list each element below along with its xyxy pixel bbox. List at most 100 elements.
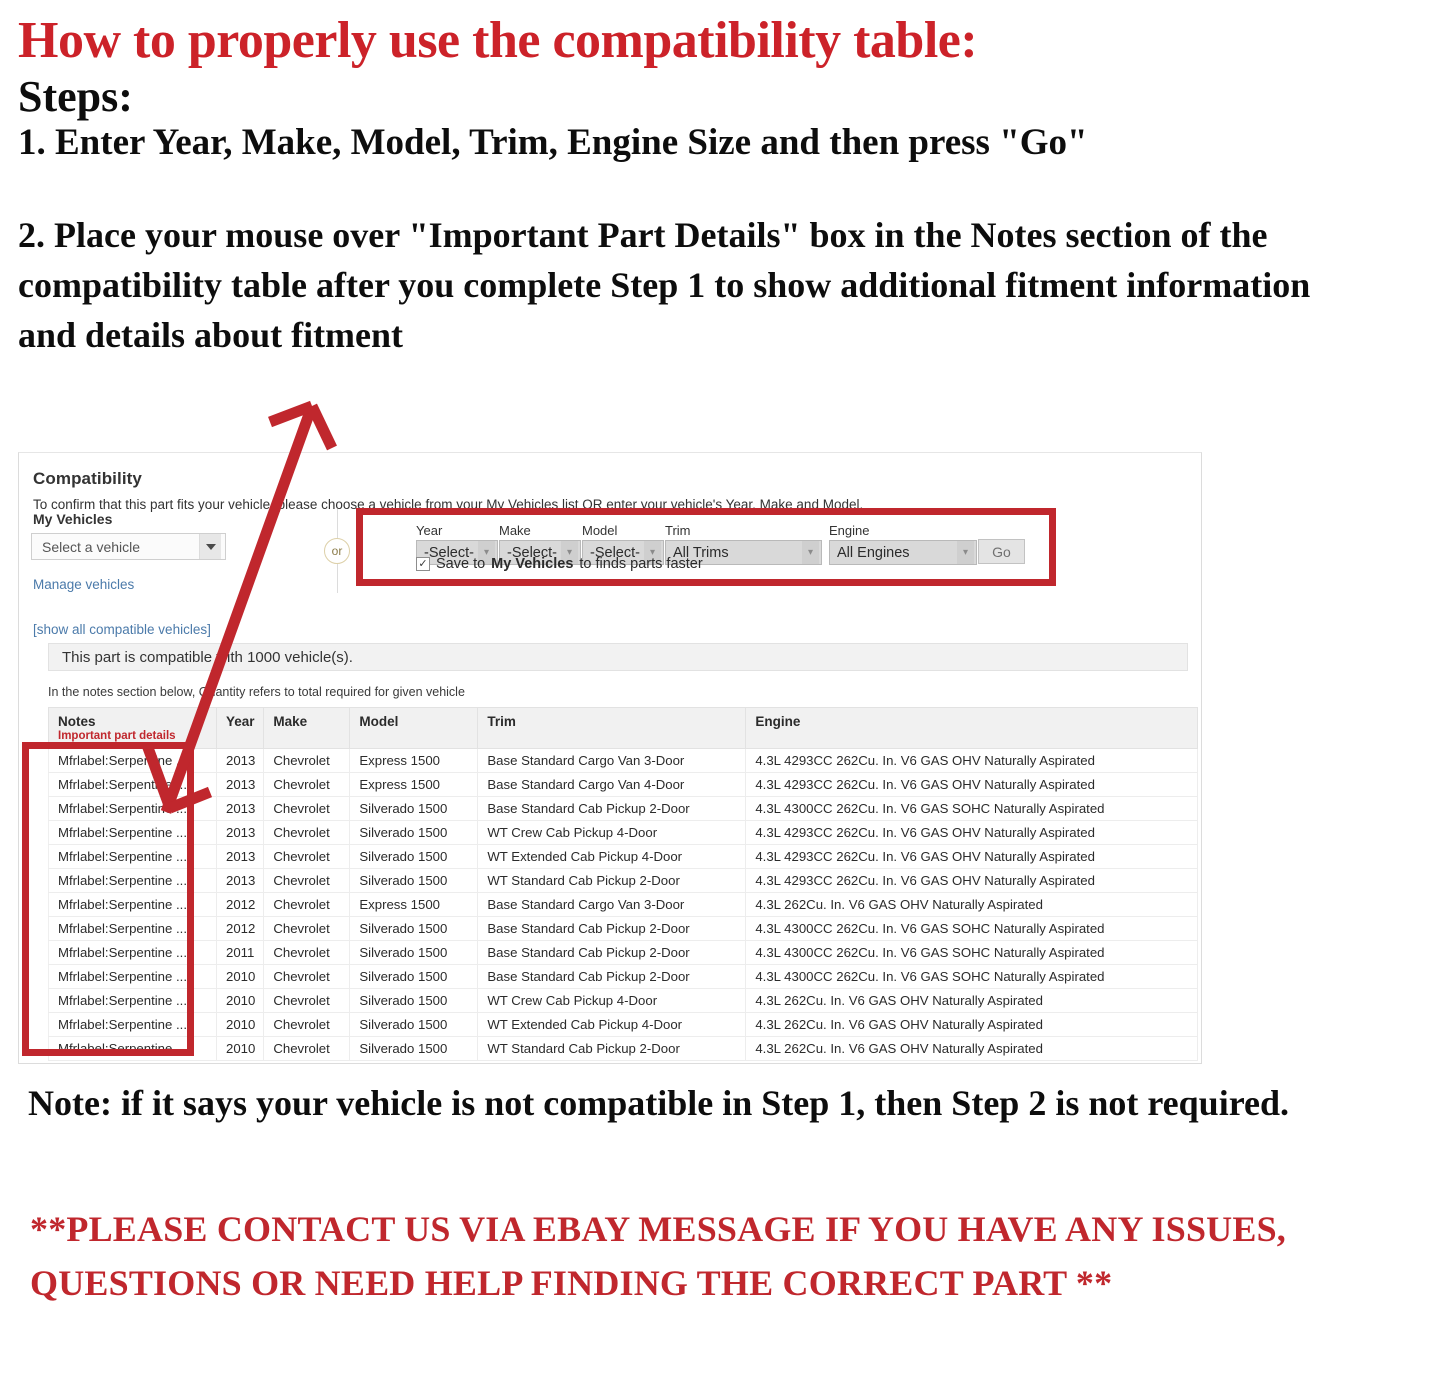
- cell-model: Express 1500: [349, 892, 479, 917]
- cell-model: Silverado 1500: [349, 844, 479, 869]
- cell-engine: 4.3L 4293CC 262Cu. In. V6 GAS OHV Natura…: [745, 868, 1198, 893]
- table-row: Mfrlabel:Serpentine ... 2013 Chevrolet Expr…: [48, 772, 1198, 797]
- cell-trim: WT Extended Cab Pickup 4-Door: [477, 1012, 747, 1037]
- compatibility-count-banner: This part is compatible with 1000 vehicl…: [48, 643, 1188, 671]
- table-row: Mfrlabel:Serpentine ... 2013 Chevrolet Silv…: [48, 796, 1198, 821]
- cell-notes: Mfrlabel:Serpentine ...: [48, 940, 217, 965]
- cell-notes: Mfrlabel:Serpentine ...: [48, 964, 217, 989]
- table-row: Mfrlabel:Serpentine ... 2010 Chevrolet Silv…: [48, 1012, 1198, 1037]
- cell-trim: Base Standard Cab Pickup 2-Door: [477, 940, 747, 965]
- engine-field[interactable]: Engine All Engines ▾: [829, 523, 977, 565]
- manage-vehicles-link[interactable]: Manage vehicles: [33, 577, 281, 592]
- engine-dropdown[interactable]: All Engines ▾: [829, 540, 977, 565]
- important-part-details-label: Important part details: [58, 730, 176, 742]
- cell-engine: 4.3L 4300CC 262Cu. In. V6 GAS SOHC Natur…: [745, 964, 1198, 989]
- cell-model: Silverado 1500: [349, 796, 479, 821]
- vehicle-select-value: Select a vehicle: [42, 538, 141, 555]
- cell-make: Chevrolet: [263, 892, 351, 917]
- cell-year: 2011: [215, 940, 265, 965]
- instructions-block: How to properly use the compatibility ta…: [18, 13, 1418, 360]
- cell-notes: Mfrlabel:Serpentine ...: [48, 772, 217, 797]
- form-highlight-box: Year -Select- ▾ Make -Select- ▾ Model -S…: [356, 508, 1056, 586]
- or-line-top: [336, 509, 338, 538]
- cell-notes: Mfrlabel:Serpentine ...: [48, 1036, 217, 1061]
- go-button[interactable]: Go: [978, 539, 1025, 564]
- cell-model: Silverado 1500: [349, 940, 479, 965]
- cell-trim: WT Crew Cab Pickup 4-Door: [477, 988, 747, 1013]
- model-label: Model: [582, 523, 618, 538]
- cell-trim: Base Standard Cab Pickup 2-Door: [477, 916, 747, 941]
- vehicle-select-dropdown[interactable]: Select a vehicle: [31, 533, 226, 560]
- cell-engine: 4.3L 4300CC 262Cu. In. V6 GAS SOHC Natur…: [745, 796, 1198, 821]
- cell-notes: Mfrlabel:Serpentine ...: [48, 820, 217, 845]
- column-header-engine: Engine: [745, 707, 1198, 749]
- notes-quantity-hint: In the notes section below, Quantity ref…: [48, 685, 465, 699]
- or-divider: or: [315, 509, 359, 593]
- cell-engine: 4.3L 4293CC 262Cu. In. V6 GAS OHV Natura…: [745, 820, 1198, 845]
- or-label: or: [324, 538, 350, 564]
- fitment-table: Notes Important part details Year Make M…: [48, 707, 1198, 1061]
- cell-notes: Mfrlabel:Serpentine ...: [48, 844, 217, 869]
- cell-model: Express 1500: [349, 772, 479, 797]
- chevron-down-icon: ▾: [957, 541, 974, 564]
- cell-make: Chevrolet: [263, 916, 351, 941]
- table-row: Mfrlabel:Serpentine ... 2011 Chevrolet Silv…: [48, 940, 1198, 965]
- cell-year: 2010: [215, 964, 265, 989]
- cell-year: 2012: [215, 892, 265, 917]
- cell-engine: 4.3L 4293CC 262Cu. In. V6 GAS OHV Natura…: [745, 772, 1198, 797]
- cell-make: Chevrolet: [263, 988, 351, 1013]
- cell-year: 2013: [215, 796, 265, 821]
- cell-trim: Base Standard Cargo Van 3-Door: [477, 892, 747, 917]
- cell-make: Chevrolet: [263, 1036, 351, 1061]
- cell-make: Chevrolet: [263, 1012, 351, 1037]
- save-checkbox[interactable]: ✓: [416, 557, 430, 571]
- step-2-text: 2. Place your mouse over "Important Part…: [18, 215, 1311, 355]
- cell-trim: WT Standard Cab Pickup 2-Door: [477, 1036, 747, 1061]
- arrow-head-top-right: [307, 403, 337, 451]
- my-vehicles-column: My Vehicles Select a vehicle Manage vehi…: [31, 511, 281, 637]
- trim-label: Trim: [665, 523, 691, 538]
- table-header-row: Notes Important part details Year Make M…: [48, 707, 1198, 749]
- cell-trim: Base Standard Cab Pickup 2-Door: [477, 796, 747, 821]
- chevron-down-icon: ▾: [802, 541, 819, 564]
- cell-year: 2010: [215, 988, 265, 1013]
- cell-model: Silverado 1500: [349, 820, 479, 845]
- cell-model: Silverado 1500: [349, 988, 479, 1013]
- cell-engine: 4.3L 4293CC 262Cu. In. V6 GAS OHV Natura…: [745, 748, 1198, 773]
- cell-make: Chevrolet: [263, 772, 351, 797]
- my-vehicles-label: My Vehicles: [33, 511, 113, 527]
- cell-model: Silverado 1500: [349, 1036, 479, 1061]
- chevron-down-icon: [199, 534, 221, 559]
- column-header-notes-label: Notes: [58, 714, 96, 729]
- show-all-compatible-vehicles-link[interactable]: [show all compatible vehicles]: [33, 622, 281, 637]
- cell-year: 2013: [215, 772, 265, 797]
- cell-notes: Mfrlabel:Serpentine ...: [48, 868, 217, 893]
- table-row: Mfrlabel:Serpentine ... 2013 Chevrolet Silv…: [48, 868, 1198, 893]
- cell-make: Chevrolet: [263, 844, 351, 869]
- cell-make: Chevrolet: [263, 748, 351, 773]
- column-header-model: Model: [349, 707, 479, 749]
- cell-year: 2010: [215, 1036, 265, 1061]
- contact-us-text: **PLEASE CONTACT US VIA EBAY MESSAGE IF …: [30, 1209, 1287, 1303]
- cell-trim: WT Crew Cab Pickup 4-Door: [477, 820, 747, 845]
- cell-make: Chevrolet: [263, 796, 351, 821]
- save-suffix-label: to finds parts faster: [579, 556, 703, 572]
- cell-engine: 4.3L 262Cu. In. V6 GAS OHV Naturally Asp…: [745, 988, 1198, 1013]
- fitment-table-body: Mfrlabel:Serpentine ... 2013 Chevrolet Expr…: [48, 748, 1198, 1061]
- table-row: Mfrlabel:Serpentine ... 2010 Chevrolet Silv…: [48, 964, 1198, 989]
- save-prefix-label: Save to: [436, 556, 486, 572]
- cell-notes: Mfrlabel:Serpentine ...: [48, 1012, 217, 1037]
- save-to-my-vehicles-row[interactable]: ✓ Save to My Vehicles to finds parts fas…: [416, 556, 703, 572]
- cell-engine: 4.3L 262Cu. In. V6 GAS OHV Naturally Asp…: [745, 1036, 1198, 1061]
- table-row: Mfrlabel:Serpentine ... 2012 Chevrolet Silv…: [48, 916, 1198, 941]
- table-row: Mfrlabel:Serpentine ... 2012 Chevrolet Expr…: [48, 892, 1198, 917]
- cell-make: Chevrolet: [263, 964, 351, 989]
- cell-trim: WT Extended Cab Pickup 4-Door: [477, 844, 747, 869]
- cell-model: Silverado 1500: [349, 916, 479, 941]
- cell-engine: 4.3L 4293CC 262Cu. In. V6 GAS OHV Natura…: [745, 844, 1198, 869]
- cell-trim: Base Standard Cargo Van 3-Door: [477, 748, 747, 773]
- cell-notes: Mfrlabel:Serpentine ...: [48, 916, 217, 941]
- cell-notes: Mfrlabel:Serpentine ...: [48, 748, 217, 773]
- cell-year: 2013: [215, 844, 265, 869]
- cell-make: Chevrolet: [263, 940, 351, 965]
